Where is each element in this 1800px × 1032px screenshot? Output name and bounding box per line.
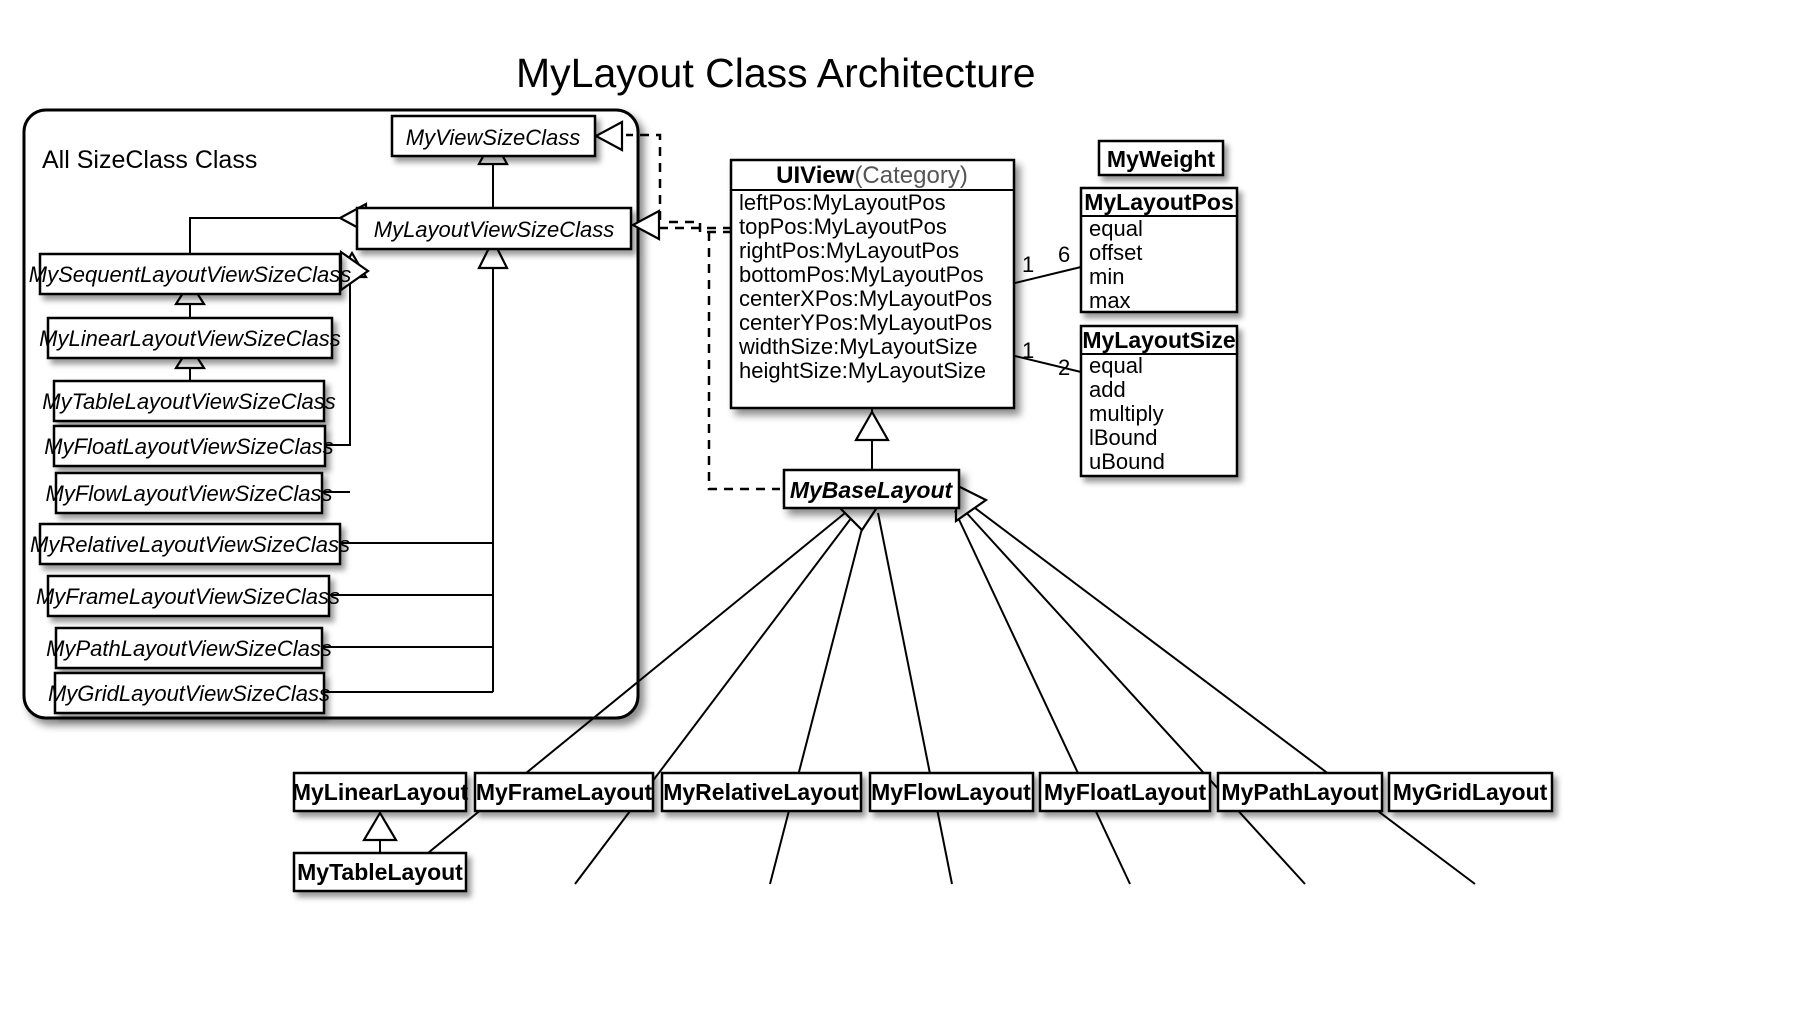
class-name: MyFrameLayoutViewSizeClass bbox=[36, 584, 340, 609]
class-name: MyGridLayoutViewSizeClass bbox=[48, 681, 330, 706]
class-name: MyLayoutPos bbox=[1084, 189, 1234, 215]
class-box-myrelativelayout[interactable]: MyRelativeLayout bbox=[660, 771, 863, 813]
edge-myflowlayout-to-baselayout bbox=[877, 512, 953, 885]
group-panel-label: All SizeClass Class bbox=[42, 146, 257, 174]
class-box-mygridlayoutviewsizeclass[interactable]: MyGridLayoutViewSizeClass bbox=[48, 671, 330, 715]
class-name: MyTableLayout bbox=[297, 859, 463, 885]
class-box-mylayoutpos[interactable]: MyLayoutPos equal offset min max bbox=[1079, 186, 1239, 314]
arrowhead-generalization-baselayout bbox=[854, 409, 890, 442]
class-box-mylinearlayout[interactable]: MyLinearLayout bbox=[292, 771, 469, 813]
uiview-name: UIView bbox=[776, 162, 855, 189]
member: add bbox=[1089, 377, 1126, 402]
member: equal bbox=[1089, 353, 1143, 378]
arrowhead-generalization-tablelayout bbox=[362, 810, 398, 842]
class-box-myviewsizeclass[interactable]: MyViewSizeClass bbox=[390, 114, 597, 158]
class-name: MyPathLayout bbox=[1221, 779, 1379, 805]
uiview-attribute: leftPos:MyLayoutPos bbox=[739, 190, 946, 215]
class-name: MyFloatLayoutViewSizeClass bbox=[44, 434, 333, 459]
class-name: MyLayoutSize bbox=[1082, 327, 1235, 353]
class-name: MyFlowLayoutViewSizeClass bbox=[46, 481, 333, 506]
class-box-myframelayoutviewsizeclass[interactable]: MyFrameLayoutViewSizeClass bbox=[36, 574, 340, 618]
multiplicity-source-pos: 1 bbox=[1022, 252, 1034, 277]
class-name: MyTableLayoutViewSizeClass bbox=[42, 389, 336, 414]
edge-myrelativelayout-to-baselayout bbox=[769, 512, 867, 885]
class-box-myflowlayout[interactable]: MyFlowLayout bbox=[868, 771, 1035, 813]
class-name: MyPathLayoutViewSizeClass bbox=[46, 636, 332, 661]
class-name: MyLayoutViewSizeClass bbox=[374, 217, 614, 242]
member: uBound bbox=[1089, 449, 1165, 474]
multiplicity-target-pos: 6 bbox=[1058, 242, 1070, 267]
class-name: MyFloatLayout bbox=[1044, 779, 1207, 805]
uiview-attribute: topPos:MyLayoutPos bbox=[739, 214, 947, 239]
class-box-myfloatlayoutviewsizeclass[interactable]: MyFloatLayoutViewSizeClass bbox=[44, 424, 334, 468]
class-name: MyFrameLayout bbox=[476, 779, 653, 805]
class-box-myframelayout[interactable]: MyFrameLayout bbox=[473, 771, 655, 813]
class-box-myrelativelayoutviewsizeclass[interactable]: MyRelativeLayoutViewSizeClass bbox=[30, 522, 350, 566]
uiview-attribute: centerXPos:MyLayoutPos bbox=[739, 286, 992, 311]
edge-mypathlayout-to-baselayout bbox=[962, 508, 1306, 885]
class-name: MyFlowLayout bbox=[871, 779, 1031, 805]
edge-dashed-uiview-to-viewsizeclass bbox=[626, 133, 732, 230]
uiview-attribute: heightSize:MyLayoutSize bbox=[739, 358, 986, 383]
uiview-attribute: centerYPos:MyLayoutPos bbox=[739, 310, 992, 335]
uiview-category: (Category) bbox=[854, 162, 967, 189]
class-box-myflowlayoutviewsizeclass[interactable]: MyFlowLayoutViewSizeClass bbox=[46, 471, 333, 515]
uiview-attribute: bottomPos:MyLayoutPos bbox=[739, 262, 984, 287]
member: max bbox=[1089, 288, 1131, 313]
member: lBound bbox=[1089, 425, 1158, 450]
uiview-header: UIView(Category) bbox=[776, 162, 968, 189]
class-box-mypathlayoutviewsizeclass[interactable]: MyPathLayoutViewSizeClass bbox=[46, 626, 332, 670]
class-box-mylayoutviewsizeclass[interactable]: MyLayoutViewSizeClass bbox=[355, 206, 633, 251]
multiplicity-source-size: 1 bbox=[1022, 338, 1034, 363]
class-name: MyRelativeLayoutViewSizeClass bbox=[30, 532, 350, 557]
edge-mygridlayout-to-baselayout bbox=[970, 504, 1476, 885]
uiview-attribute: widthSize:MyLayoutSize bbox=[738, 334, 977, 359]
member: equal bbox=[1089, 216, 1143, 241]
class-name: MyGridLayout bbox=[1393, 779, 1548, 805]
uml-class-diagram: MyLayout Class Architecture All SizeClas… bbox=[0, 0, 1800, 1032]
class-name: MyLinearLayoutViewSizeClass bbox=[39, 326, 341, 351]
class-box-myfloatlayout[interactable]: MyFloatLayout bbox=[1038, 771, 1212, 813]
class-box-mypathlayout[interactable]: MyPathLayout bbox=[1216, 771, 1384, 813]
edge-myfloatlayout-to-baselayout bbox=[954, 510, 1131, 885]
class-name: MyViewSizeClass bbox=[406, 125, 580, 150]
class-box-mylayoutsize[interactable]: MyLayoutSize equal add multiply lBound u… bbox=[1079, 324, 1239, 478]
class-box-mytablelayoutviewsizeclass[interactable]: MyTableLayoutViewSizeClass bbox=[42, 379, 336, 423]
class-name: MyBaseLayout bbox=[790, 477, 954, 503]
class-box-mylinearlayoutviewsizeclass[interactable]: MyLinearLayoutViewSizeClass bbox=[39, 316, 341, 360]
class-name: MyRelativeLayout bbox=[663, 779, 859, 805]
member: offset bbox=[1089, 240, 1142, 265]
class-box-uiview-category[interactable]: UIView(Category) leftPos:MyLayoutPos top… bbox=[729, 158, 1016, 410]
arrowhead-generalization-fan-right bbox=[954, 483, 989, 524]
class-box-myweight[interactable]: MyWeight bbox=[1097, 139, 1225, 177]
class-box-mytablelayout[interactable]: MyTableLayout bbox=[292, 851, 468, 893]
class-box-mysequentlayoutviewsizeclass[interactable]: MySequentLayoutViewSizeClass bbox=[29, 252, 351, 296]
class-box-mygridlayout[interactable]: MyGridLayout bbox=[1387, 771, 1554, 813]
member: min bbox=[1089, 264, 1124, 289]
class-box-mybaselayout[interactable]: MyBaseLayout bbox=[782, 468, 961, 510]
class-name: MyLinearLayout bbox=[292, 779, 469, 805]
class-name: MyWeight bbox=[1107, 146, 1216, 172]
class-name: MySequentLayoutViewSizeClass bbox=[29, 262, 351, 287]
member: multiply bbox=[1089, 401, 1164, 426]
page-title: MyLayout Class Architecture bbox=[516, 50, 1036, 96]
multiplicity-target-size: 2 bbox=[1058, 355, 1070, 380]
uiview-attribute: rightPos:MyLayoutPos bbox=[739, 238, 959, 263]
